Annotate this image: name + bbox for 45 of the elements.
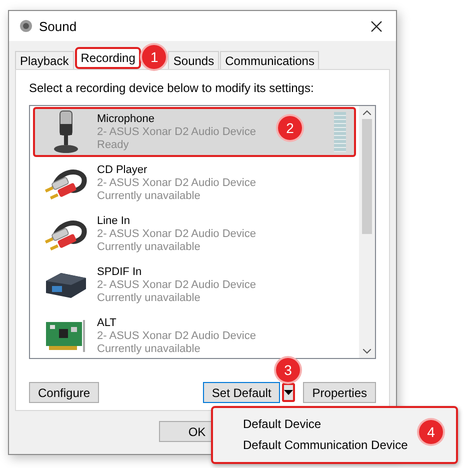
scrollbar[interactable] bbox=[359, 106, 375, 358]
device-row[interactable]: SPDIF In 2- ASUS Xonar D2 Audio Device Currently unavailable bbox=[33, 260, 356, 310]
circuit-card-icon bbox=[45, 319, 87, 353]
device-name: ALT bbox=[97, 316, 118, 330]
callout-number: 2 bbox=[278, 116, 302, 140]
tab[interactable]: Playback bbox=[15, 51, 74, 69]
configure-button[interactable]: Configure bbox=[29, 382, 100, 403]
menu-item[interactable]: Default Communication Device bbox=[243, 437, 408, 454]
device-row[interactable]: ALT 2- ASUS Xonar D2 Audio Device Currently unavailable bbox=[33, 311, 356, 361]
callout-number: 1 bbox=[142, 45, 166, 69]
speaker-icon bbox=[19, 19, 33, 33]
device-box-icon bbox=[45, 271, 87, 299]
device-row[interactable]: CD Player 2- ASUS Xonar D2 Audio Device Currently unavailable bbox=[33, 158, 356, 208]
callout-number: 3 bbox=[276, 358, 300, 382]
device-status: Currently unavailable bbox=[97, 190, 202, 202]
device-row[interactable]: Line In 2- ASUS Xonar D2 Audio Device Currently unavailable bbox=[33, 209, 356, 259]
close-icon bbox=[371, 20, 382, 32]
device-name: SPDIF In bbox=[97, 266, 143, 278]
tab[interactable]: Communications bbox=[220, 51, 320, 69]
set-default-button[interactable]: Set Default bbox=[202, 382, 280, 403]
window-title: Sound bbox=[39, 18, 78, 34]
tab[interactable]: Sounds bbox=[168, 51, 220, 69]
scroll-up-icon[interactable] bbox=[363, 110, 371, 115]
device-status: Ready bbox=[97, 138, 130, 152]
device-name: CD Player bbox=[97, 164, 148, 176]
device-driver: 2- ASUS Xonar D2 Audio Device bbox=[97, 330, 256, 342]
device-name: Line In bbox=[97, 214, 132, 228]
menu-item[interactable]: Default Device bbox=[243, 416, 322, 433]
scroll-down-icon[interactable] bbox=[363, 349, 371, 354]
device-status: Currently unavailable bbox=[97, 342, 202, 356]
caret-icon bbox=[284, 390, 294, 395]
device-name: Microphone bbox=[97, 112, 156, 126]
dropdown-arrow-button[interactable] bbox=[282, 383, 296, 402]
microphone-icon bbox=[53, 110, 79, 154]
device-driver: 2- ASUS Xonar D2 Audio Device bbox=[97, 278, 256, 292]
device-status: Currently unavailable bbox=[97, 292, 202, 304]
device-driver: 2- ASUS Xonar D2 Audio Device bbox=[97, 176, 256, 190]
device-driver: 2- ASUS Xonar D2 Audio Device bbox=[97, 126, 256, 138]
device-driver: 2- ASUS Xonar D2 Audio Device bbox=[97, 228, 256, 240]
device-status: Currently unavailable bbox=[97, 240, 202, 254]
callout-number: 4 bbox=[419, 420, 443, 444]
tab[interactable]: Recording bbox=[74, 47, 142, 69]
instruction-text: Select a recording device below to modify its settings: bbox=[29, 81, 315, 95]
properties-button[interactable]: Properties bbox=[303, 382, 376, 403]
close-button[interactable] bbox=[371, 20, 382, 32]
